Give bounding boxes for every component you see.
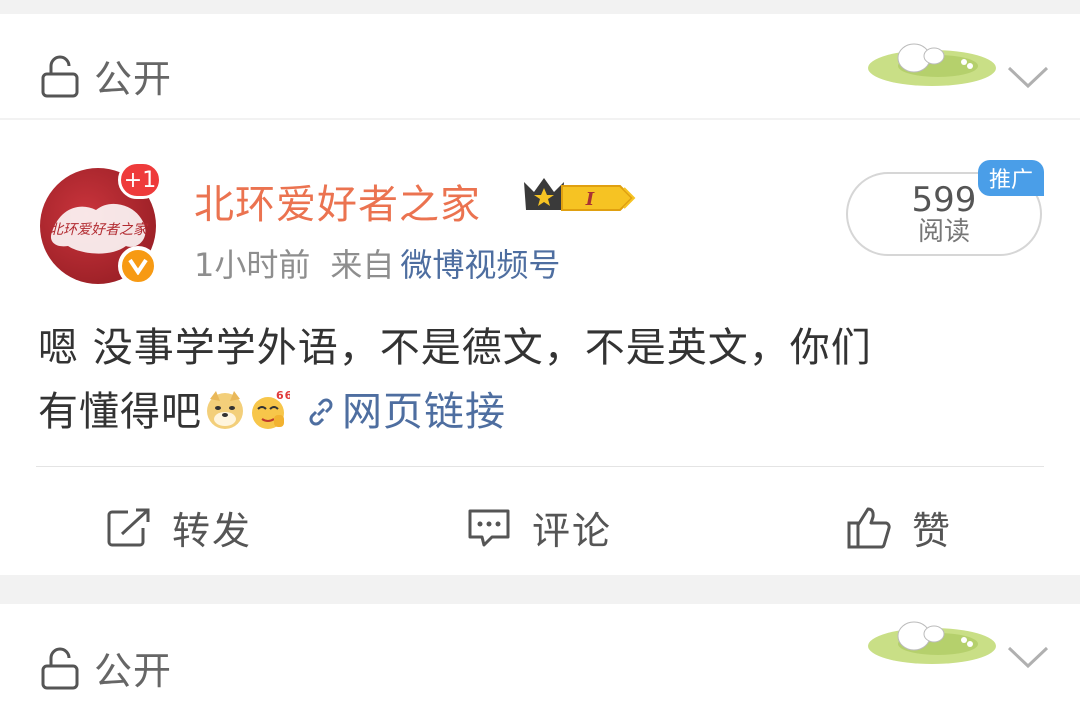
post-text-line: 有懂得吧 (38, 389, 202, 435)
repost-label: 转发 (172, 509, 253, 553)
privacy-label: 公开 (94, 649, 173, 693)
promo-badge: 推广 (978, 160, 1044, 196)
verified-icon (118, 246, 158, 286)
unlock-icon (41, 55, 79, 97)
doge-emoji-icon (207, 391, 243, 429)
link-icon (309, 398, 333, 426)
from-label: 来自 (330, 246, 395, 284)
web-link[interactable]: 网页链接 (304, 389, 506, 435)
notification-badge: +1 (118, 161, 162, 199)
unlock-icon (41, 647, 79, 689)
like-button[interactable]: 赞 (846, 500, 952, 555)
comment-icon (468, 509, 510, 546)
privacy-toggle[interactable]: 公开 (40, 640, 172, 695)
svg-text:I: I (585, 189, 595, 210)
lawn-decoration-icon (868, 43, 996, 86)
privacy-bar-top: 公开 (0, 14, 1080, 118)
thumbs-666-emoji-icon: 666 (252, 389, 290, 429)
author-name[interactable]: 北环爱好者之家 (194, 172, 481, 230)
comment-label: 评论 (532, 509, 613, 553)
thumbs-up-icon (847, 507, 891, 548)
post-source-link[interactable]: 微博视频号 (400, 246, 560, 284)
post-card: 北环爱好者之家 +1 北环爱好者之家 I 1小时前 来自 微博视频号 599 阅读 … (0, 120, 1080, 575)
read-label: 阅读 (917, 217, 970, 247)
privacy-bar-bottom: 公开 (0, 604, 1080, 718)
post-text[interactable]: 嗯 没事学学外语，不是德文，不是英文，你们 有懂得吧 666 网页链接 (38, 316, 1038, 444)
post-text-line: 嗯 没事学学外语，不是德文，不是英文，你们 (38, 325, 872, 371)
web-link-label: 网页链接 (342, 389, 506, 435)
privacy-toggle[interactable]: 公开 (40, 48, 172, 103)
repost-button[interactable]: 转发 (106, 500, 252, 555)
lawn-decoration-icon (868, 621, 996, 664)
repost-icon (107, 508, 150, 546)
like-label: 赞 (912, 509, 953, 553)
post-time: 1小时前 (194, 246, 311, 284)
svg-text:666: 666 (276, 389, 290, 402)
privacy-label: 公开 (94, 57, 173, 101)
divider (36, 466, 1044, 467)
post-meta: 1小时前 来自 微博视频号 (194, 240, 560, 286)
member-crown-icon[interactable]: I (520, 174, 636, 218)
svg-text:北环爱好者之家: 北环爱好者之家 (49, 222, 149, 238)
comment-button[interactable]: 评论 (466, 500, 612, 555)
chevron-down-icon[interactable] (1006, 64, 1050, 92)
chevron-down-icon[interactable] (1006, 644, 1050, 672)
